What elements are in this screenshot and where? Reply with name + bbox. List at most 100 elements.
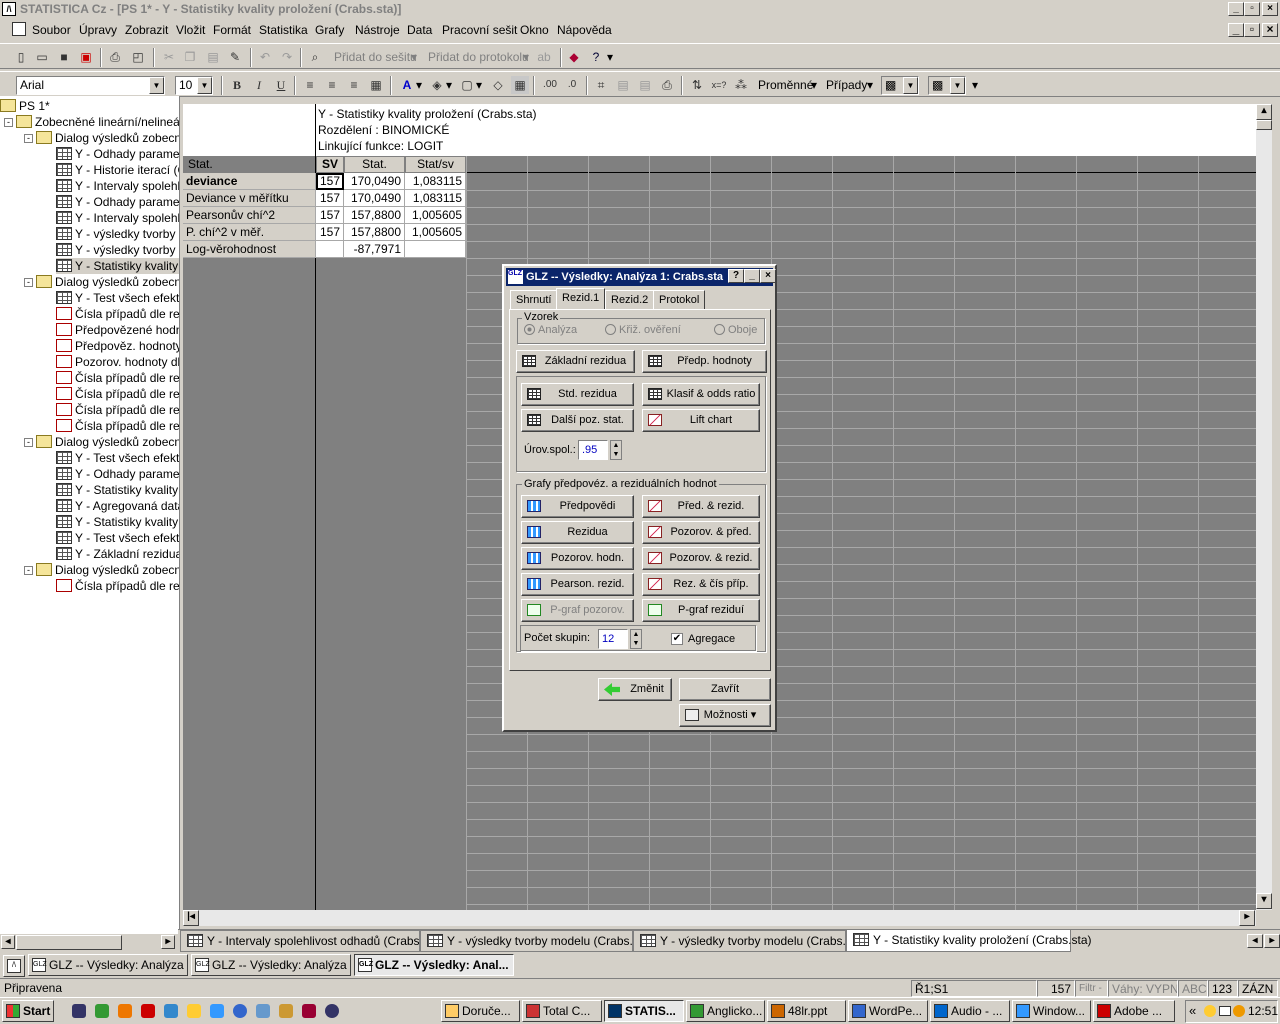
cell-stat[interactable]: 170,0490 xyxy=(344,190,405,207)
graph-button-5[interactable]: Pozorov. & rezid. xyxy=(642,547,760,570)
radio-analysis[interactable]: Analýza xyxy=(524,324,577,336)
cases-menu[interactable]: Případy xyxy=(826,78,867,92)
tree-item[interactable]: - Dialog výsledků zobecněných xyxy=(24,130,179,146)
table-icon[interactable]: ▤ xyxy=(614,76,632,94)
quicklaunch-music-icon[interactable] xyxy=(256,1004,270,1018)
binoculars-icon[interactable]: ⌕ xyxy=(306,48,324,66)
quicklaunch-book-icon[interactable] xyxy=(95,1004,109,1018)
taskbar-item-6[interactable]: Audio - ... xyxy=(930,1000,1010,1022)
redo-icon[interactable]: ↷ xyxy=(278,48,296,66)
chevron-down-icon[interactable]: ▼ xyxy=(149,77,164,94)
print-icon[interactable]: ⎙ xyxy=(106,48,124,66)
merge-icon[interactable]: ▦ xyxy=(367,76,385,94)
table2-icon[interactable]: ▤ xyxy=(636,76,654,94)
add-to-report-button[interactable]: Přidat do protokolu xyxy=(428,50,529,64)
row-header[interactable]: Deviance v měřítku xyxy=(183,190,316,207)
tag-icon[interactable]: ◇ xyxy=(489,76,507,94)
graph-button-8[interactable]: P-graf pozorov. xyxy=(521,599,634,622)
dialog-close-button[interactable]: × xyxy=(760,269,776,283)
fill-color-icon[interactable]: ◈ xyxy=(428,76,446,94)
quicklaunch-clock-icon[interactable] xyxy=(187,1004,201,1018)
tree-item[interactable]: Y - Odhady parametrů xyxy=(56,146,179,162)
tree-item[interactable]: Y - Historie iterací (Crabs xyxy=(56,162,179,178)
start-button[interactable]: Start xyxy=(2,1000,54,1022)
chevron-down-icon[interactable]: ▼ xyxy=(903,77,918,94)
insert-icon[interactable]: ⌗ xyxy=(592,76,610,94)
basic-residuals-button[interactable]: Základní rezidua xyxy=(516,350,635,373)
decimal-dec-icon[interactable]: .0 xyxy=(563,76,581,94)
tree-item[interactable]: Čísla případů dle rezidua xyxy=(56,418,179,434)
change-button[interactable]: Změnit xyxy=(598,678,672,701)
tray-chevron[interactable]: « xyxy=(1189,1003,1196,1018)
sheet-tab-1[interactable]: Y - Intervaly spolehlivost odhadů (Crabs… xyxy=(180,930,443,952)
paste-icon[interactable]: ▤ xyxy=(204,48,222,66)
menu-data[interactable]: Data xyxy=(407,23,432,37)
tree-item[interactable]: Čísla případů dle rezidua xyxy=(56,370,179,386)
cases-stats-icon[interactable]: ⁂ xyxy=(732,76,750,94)
graph-button-4[interactable]: Pozorov. hodn. xyxy=(521,547,634,570)
taskbar-item-3[interactable]: Anglicko... xyxy=(686,1000,765,1022)
quicklaunch-diamond-icon[interactable] xyxy=(302,1004,316,1018)
menu-statistika[interactable]: Statistika xyxy=(259,23,308,37)
scroll-left-icon[interactable]: ◂ xyxy=(1,935,15,949)
menu-vlozit[interactable]: Vložit xyxy=(176,23,205,37)
quicklaunch-app-icon[interactable] xyxy=(164,1004,178,1018)
scroll-right-icon[interactable]: ▸ xyxy=(161,935,175,949)
quicklaunch-player-icon[interactable] xyxy=(325,1004,339,1018)
graph-button-7[interactable]: Rez. & čís příp. xyxy=(642,573,760,596)
tree-item[interactable]: Y - Agregovaná data xyxy=(56,498,179,514)
tray-mail-icon[interactable] xyxy=(1219,1006,1231,1016)
taskbar-item-0[interactable]: Doruče... xyxy=(441,1000,520,1022)
mdi-task-1[interactable]: GLZGLZ -- Výsledky: Analýza 1... xyxy=(28,954,188,976)
collapse-icon[interactable]: - xyxy=(24,134,33,143)
graph-button-0[interactable]: Předpovědi xyxy=(521,495,634,518)
cell-ratio[interactable] xyxy=(405,241,466,258)
menu-format[interactable]: Formát xyxy=(213,23,251,37)
cell-sv[interactable]: 157 xyxy=(316,173,344,190)
collapse-icon[interactable]: - xyxy=(24,278,33,287)
doc-minimize-button[interactable]: _ xyxy=(1228,23,1244,37)
print-preview-icon[interactable]: ◰ xyxy=(129,48,147,66)
taskbar-item-5[interactable]: WordPe... xyxy=(848,1000,928,1022)
tree-item[interactable]: Čísla případů dle rezidua xyxy=(56,402,179,418)
pdf-icon[interactable]: ▣ xyxy=(77,48,95,66)
sort-icon[interactable]: ⇅ xyxy=(688,76,706,94)
xvar-icon[interactable]: x=? xyxy=(710,76,728,94)
tree-root[interactable]: PS 1* xyxy=(0,98,50,114)
radio-both[interactable]: Oboje xyxy=(714,324,757,336)
cell-stat[interactable]: 157,8800 xyxy=(344,224,405,241)
italic-button[interactable]: I xyxy=(250,76,268,94)
quicklaunch-floppy-icon[interactable] xyxy=(141,1004,155,1018)
font-color-icon[interactable]: A xyxy=(398,76,416,94)
sheet-tab-2[interactable]: Y - výsledky tvorby modelu (Crabs.sta) xyxy=(420,930,653,952)
collapse-icon[interactable]: - xyxy=(24,438,33,447)
menu-zobrazit[interactable]: Zobrazit xyxy=(125,23,168,37)
tree-item[interactable]: Čísla případů dle rezidua xyxy=(56,306,179,322)
quicklaunch-ie-icon[interactable] xyxy=(233,1004,247,1018)
graph-button-3[interactable]: Pozorov. & před. xyxy=(642,521,760,544)
cell-ratio[interactable]: 1,083115 xyxy=(405,173,466,190)
cell-sv[interactable]: 157 xyxy=(316,190,344,207)
taskbar-item-4[interactable]: 48lr.ppt xyxy=(767,1000,846,1022)
col-header-stat[interactable]: Stat. xyxy=(344,156,405,173)
scroll-thumb[interactable] xyxy=(16,935,122,950)
mdi-task-2[interactable]: GLZGLZ -- Výsledky: Analýza 1... xyxy=(191,954,351,976)
tab-scroll-right-icon[interactable]: ▸ xyxy=(1264,934,1280,948)
tree-item[interactable]: Y - Statistiky kvality proložení xyxy=(56,482,179,498)
tree-item[interactable]: Y - Test všech efektů xyxy=(56,290,179,306)
cell-stat[interactable]: -87,7971 xyxy=(344,241,405,258)
menu-upravy[interactable]: Úpravy xyxy=(79,23,117,37)
minimize-button[interactable]: _ xyxy=(1228,2,1244,16)
sheet-hscrollbar[interactable]: |◂ ▸ xyxy=(183,910,1256,926)
cut-icon[interactable]: ✂ xyxy=(160,48,178,66)
row-header[interactable]: Pearsonův chí^2 xyxy=(183,207,316,224)
add-to-workbook-button[interactable]: Přidat do sešitu xyxy=(334,50,417,64)
cell-ratio[interactable]: 1,005605 xyxy=(405,224,466,241)
tree-item[interactable]: Y - výsledky tvorby modelu xyxy=(56,226,179,242)
groups-input[interactable]: 12 xyxy=(598,629,628,649)
borders-icon[interactable]: ▢ xyxy=(458,76,476,94)
add-to-report-arrow[interactable]: ▾ xyxy=(523,50,529,64)
tab-rezid1[interactable]: Rezid.1 xyxy=(556,288,606,310)
close-button[interactable]: × xyxy=(1262,2,1278,16)
cell-sv[interactable] xyxy=(316,241,344,258)
